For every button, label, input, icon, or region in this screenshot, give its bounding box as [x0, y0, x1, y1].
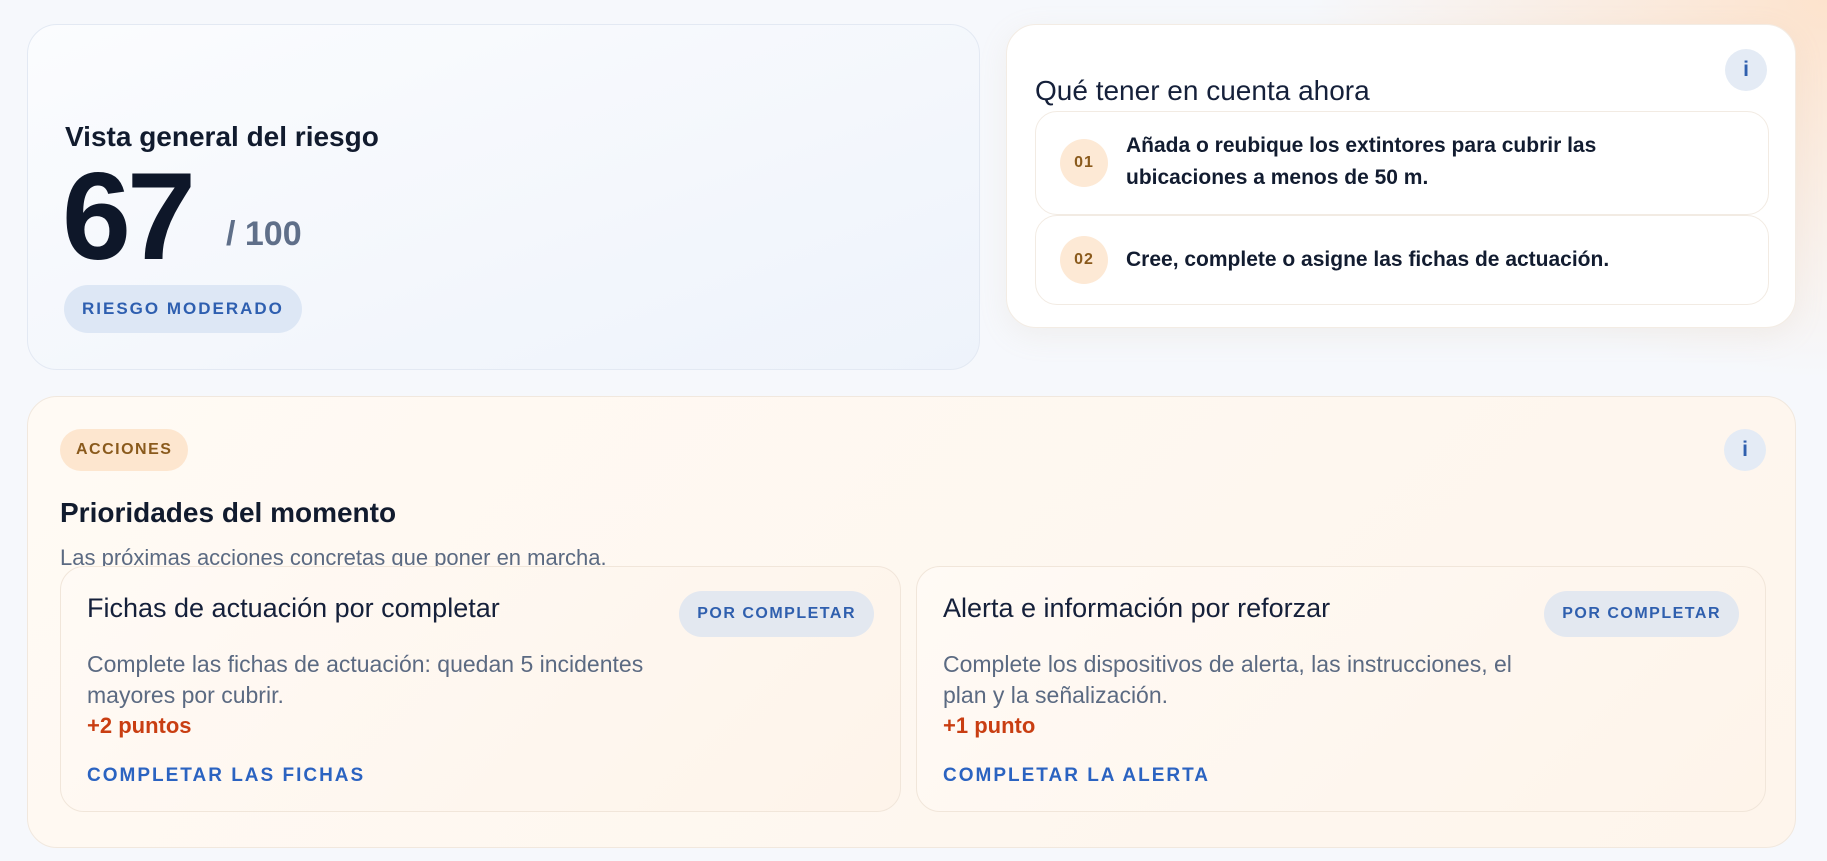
tips-title: Qué tener en cuenta ahora	[1035, 75, 1370, 106]
tips-card: Qué tener en cuenta ahora i 01 Añada o r…	[1006, 24, 1796, 328]
actions-badge: ACCIONES	[60, 429, 189, 471]
priority-description: Complete las fichas de actuación: quedan…	[87, 651, 644, 708]
priority-points: +1 punto	[943, 713, 1036, 738]
risk-overview-card: Vista general del riesgo 67 / 100 RIESGO…	[27, 24, 980, 370]
priorities-card: ACCIONES i Prioridades del momento Las p…	[27, 396, 1796, 848]
priority-card-alerta: Alerta e información por reforzar POR CO…	[916, 566, 1766, 812]
priorities-title: Prioridades del momento	[60, 497, 397, 528]
tip-number: 01	[1060, 139, 1108, 187]
priority-status-badge: POR COMPLETAR	[679, 591, 874, 637]
priority-title: Fichas de actuación por completar	[87, 593, 500, 623]
complete-fichas-link[interactable]: COMPLETAR LAS FICHAS	[87, 765, 365, 787]
tip-item: 02 Cree, complete o asigne las fichas de…	[1035, 215, 1769, 305]
risk-score-max: / 100	[226, 215, 302, 253]
risk-score: 67	[62, 148, 196, 286]
priority-title: Alerta e información por reforzar	[943, 593, 1331, 623]
priority-status-badge: POR COMPLETAR	[1544, 591, 1739, 637]
tip-number: 02	[1060, 236, 1108, 284]
risk-level-badge: RIESGO MODERADO	[64, 285, 302, 333]
priority-card-fichas: Fichas de actuación por completar POR CO…	[60, 566, 901, 812]
complete-alerta-link[interactable]: COMPLETAR LA ALERTA	[943, 765, 1210, 787]
priorities-info-icon[interactable]: i	[1724, 429, 1766, 471]
priority-points: +2 puntos	[87, 713, 192, 738]
tip-text: Añada o reubique los extintores para cub…	[1126, 134, 1597, 189]
tip-text: Cree, complete o asigne las fichas de ac…	[1126, 248, 1610, 271]
priority-description: Complete los dispositivos de alerta, las…	[943, 651, 1512, 708]
tip-item: 01 Añada o reubique los extintores para …	[1035, 111, 1769, 215]
tips-info-icon[interactable]: i	[1725, 49, 1767, 91]
